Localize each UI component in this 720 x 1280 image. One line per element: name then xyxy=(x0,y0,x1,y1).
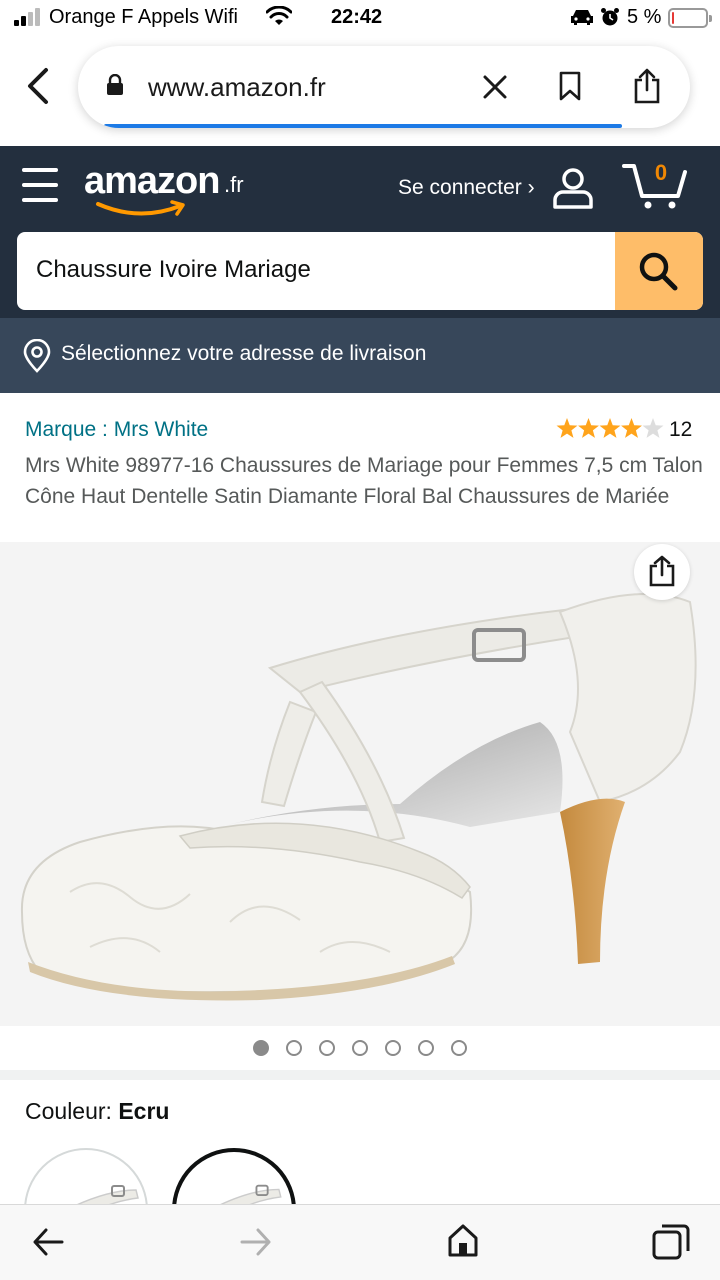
address-bar[interactable]: www.amazon.fr xyxy=(78,46,690,128)
share-icon xyxy=(649,555,675,587)
search-button[interactable] xyxy=(615,232,703,310)
product-image[interactable] xyxy=(0,542,720,1026)
forward-arrow-icon[interactable] xyxy=(240,1227,272,1257)
section-divider xyxy=(0,1070,720,1080)
back-icon[interactable] xyxy=(24,66,52,106)
color-selection-label: Couleur: Ecru xyxy=(25,1098,169,1125)
star-filled-icon xyxy=(599,418,621,438)
share-icon[interactable] xyxy=(632,68,662,104)
logo-smile-icon xyxy=(96,200,185,216)
signal-icon xyxy=(14,8,40,26)
cart-count: 0 xyxy=(654,160,668,185)
lock-icon xyxy=(107,74,123,95)
carousel-dot[interactable] xyxy=(253,1040,269,1056)
amazon-logo[interactable]: amazon .fr xyxy=(84,160,254,220)
carousel-dot[interactable] xyxy=(451,1040,467,1056)
star-filled-icon xyxy=(578,418,599,438)
brand-link[interactable]: Marque : Mrs White xyxy=(25,418,208,442)
image-carousel-dots xyxy=(0,1036,720,1060)
carousel-dot[interactable] xyxy=(286,1040,302,1056)
star-empty-icon xyxy=(642,418,664,438)
alarm-icon xyxy=(601,8,619,26)
page-load-progress xyxy=(104,124,622,128)
clear-icon[interactable] xyxy=(482,74,508,100)
battery-percent: 5 % xyxy=(627,6,662,28)
logo-wordmark: amazon xyxy=(84,160,220,202)
star-filled-icon xyxy=(621,418,642,438)
image-share-button[interactable] xyxy=(634,544,690,600)
back-arrow-icon[interactable] xyxy=(32,1227,64,1257)
bookmark-icon[interactable] xyxy=(558,71,582,101)
site-header: amazon .fr Se connecter › 0 Chaussure Iv… xyxy=(0,146,720,318)
signin-link[interactable]: Se connecter › xyxy=(398,176,535,200)
rating-count[interactable]: 12 xyxy=(669,418,692,442)
search-icon xyxy=(639,252,678,291)
shoe-image xyxy=(20,593,697,1001)
carrier-name: Orange F Appels Wifi xyxy=(49,6,238,28)
user-icon[interactable] xyxy=(551,166,595,210)
carousel-dot[interactable] xyxy=(352,1040,368,1056)
color-label: Couleur: xyxy=(25,1098,112,1124)
rating-stars[interactable] xyxy=(556,416,666,442)
search-input[interactable]: Chaussure Ivoire Mariage xyxy=(36,256,311,284)
car-icon xyxy=(571,10,593,25)
delivery-address-bar[interactable]: Sélectionnez votre adresse de livraison xyxy=(0,318,720,393)
location-pin-icon xyxy=(23,339,51,373)
star-filled-icon xyxy=(556,418,578,438)
wifi-icon xyxy=(266,6,292,25)
product-title: Mrs White 98977-16 Chaussures de Mariage… xyxy=(25,454,703,508)
delivery-address-label: Sélectionnez votre adresse de livraison xyxy=(61,342,427,365)
search-bar[interactable]: Chaussure Ivoire Mariage xyxy=(17,232,703,310)
menu-icon[interactable] xyxy=(22,168,60,202)
home-icon[interactable] xyxy=(447,1223,479,1257)
carousel-dot[interactable] xyxy=(385,1040,401,1056)
battery-icon xyxy=(668,8,712,28)
browser-bar: www.amazon.fr xyxy=(0,36,720,146)
carousel-dot[interactable] xyxy=(319,1040,335,1056)
carousel-dot[interactable] xyxy=(418,1040,434,1056)
browser-toolbar xyxy=(0,1204,720,1280)
status-bar: Orange F Appels Wifi 22:42 5 % xyxy=(0,0,720,36)
clock: 22:42 xyxy=(331,6,383,28)
tabs-icon[interactable] xyxy=(652,1223,690,1261)
url-text[interactable]: www.amazon.fr xyxy=(148,72,326,103)
logo-domain: .fr xyxy=(224,172,244,197)
color-value: Ecru xyxy=(118,1098,170,1124)
battery-level xyxy=(672,12,674,24)
